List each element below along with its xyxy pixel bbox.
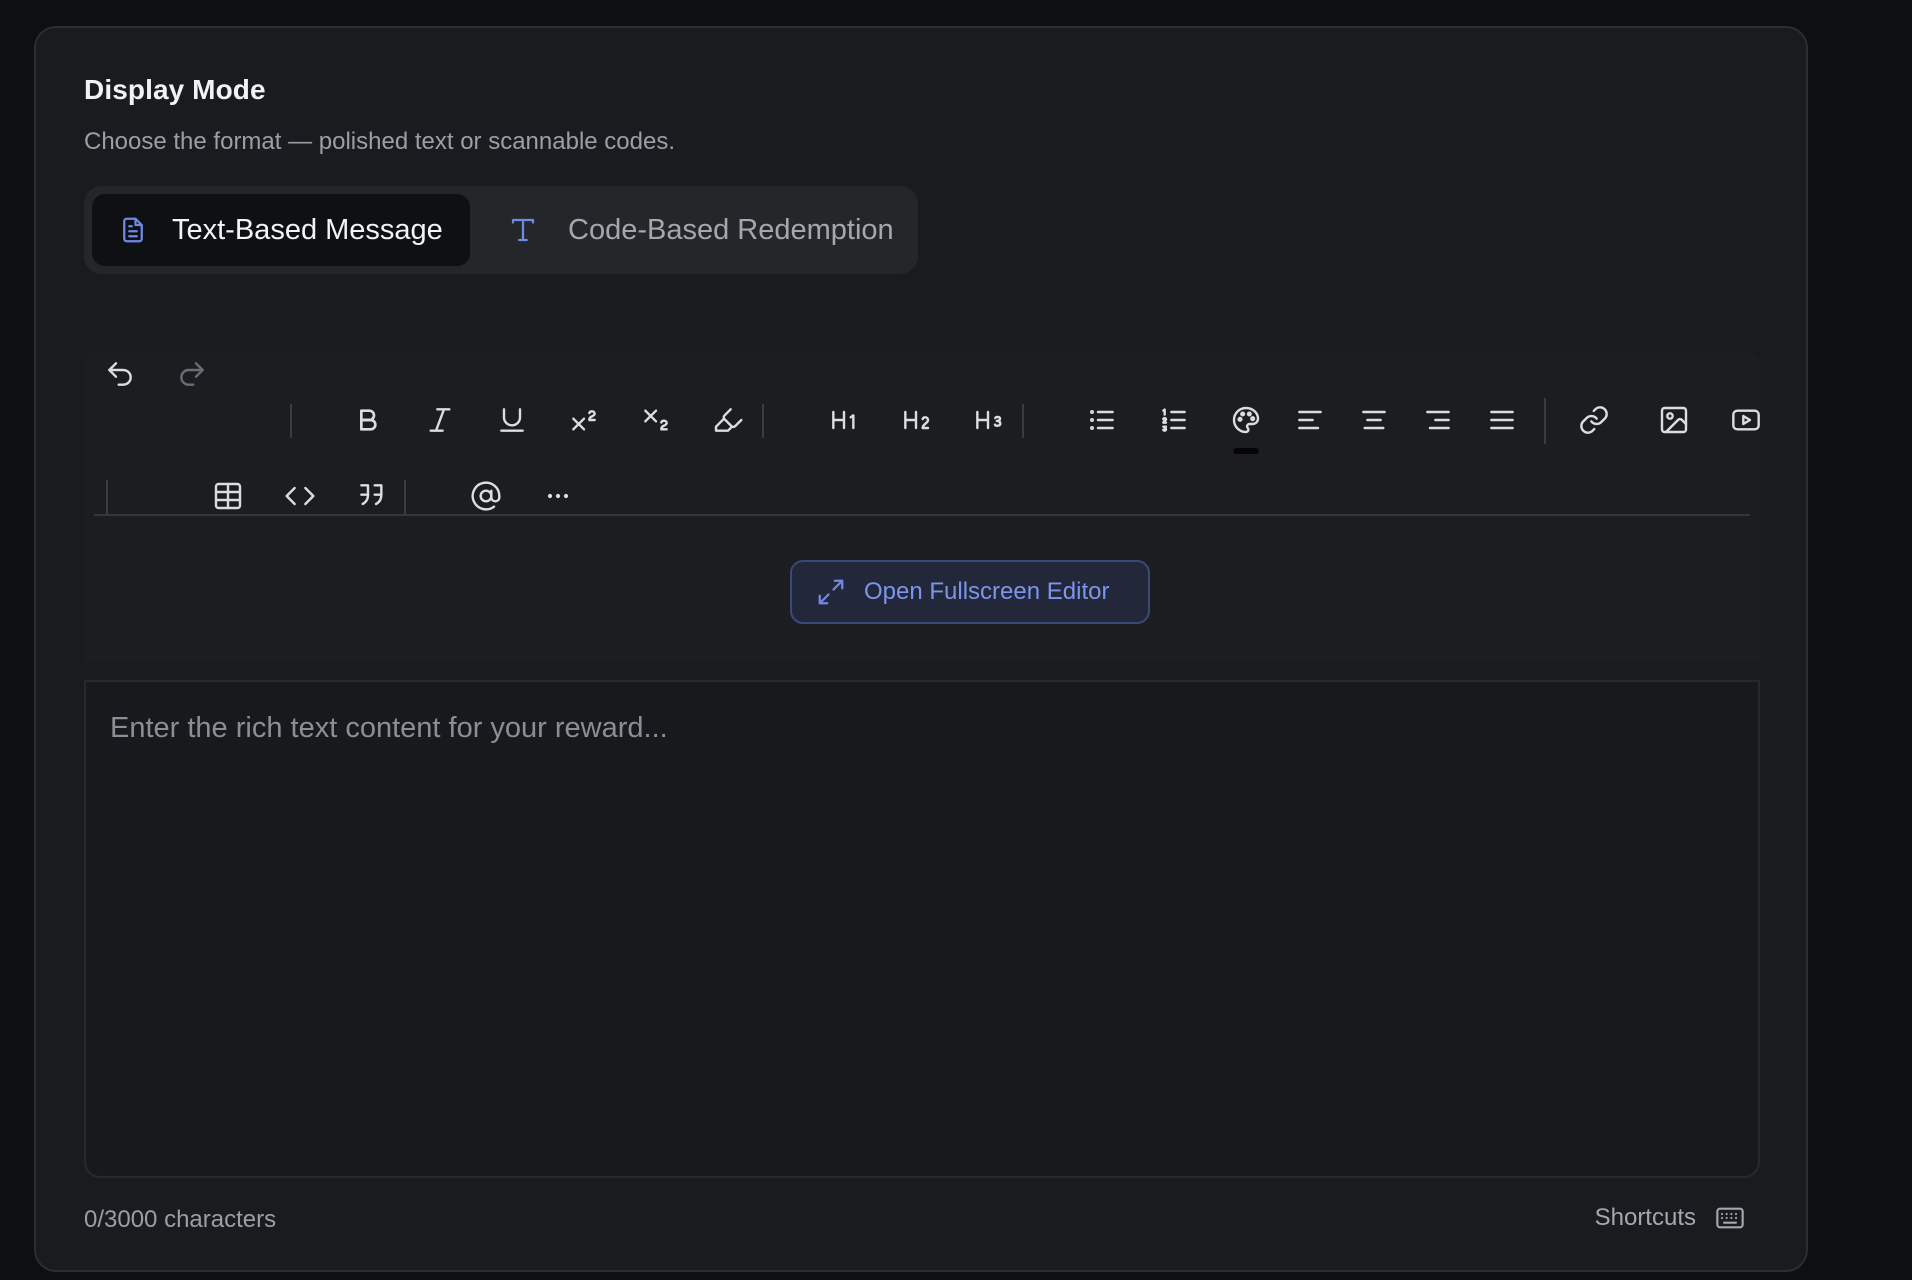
character-counter: 0/3000 characters: [84, 1206, 277, 1233]
quote-icon: [360, 484, 383, 506]
rich-text-editor: [84, 680, 1760, 1178]
code-icon: [285, 486, 315, 506]
text-type-icon: [511, 218, 535, 242]
text-color-button[interactable]: [1222, 396, 1270, 444]
ordered-list-button[interactable]: [1150, 396, 1198, 444]
code-based-redemption-option[interactable]: Code-Based Redemption: [496, 194, 906, 266]
code-based-redemption-label: Code-Based Redemption: [568, 213, 894, 246]
align-justify-button[interactable]: [1478, 396, 1526, 444]
quote-button[interactable]: [348, 472, 396, 520]
table-button[interactable]: [204, 472, 252, 520]
link-button[interactable]: [1570, 396, 1618, 444]
shortcuts-label: Shortcuts: [1594, 1204, 1696, 1231]
toolbar-separator: [1544, 398, 1546, 444]
text-based-message-label: Text-Based Message: [172, 213, 443, 246]
code-button[interactable]: [276, 472, 324, 520]
superscript-button[interactable]: [560, 396, 608, 444]
heading-2-button[interactable]: [892, 396, 940, 444]
image-icon: [1660, 406, 1688, 434]
subscript-icon: [644, 409, 668, 431]
text-color-swatch: [1233, 448, 1259, 454]
bullet-list-button[interactable]: [1078, 396, 1126, 444]
shortcuts-button[interactable]: Shortcuts: [1595, 1202, 1746, 1234]
align-left-icon: [1298, 410, 1322, 430]
redo-icon: [180, 362, 204, 386]
italic-icon: [429, 408, 451, 432]
align-left-button[interactable]: [1286, 396, 1334, 444]
expand-icon: [818, 579, 844, 605]
more-horizontal-icon: [547, 493, 569, 499]
rich-text-content-input[interactable]: [86, 682, 1758, 1176]
open-fullscreen-editor-button[interactable]: Open Fullscreen Editor: [790, 560, 1150, 624]
heading-3-icon: [976, 410, 1002, 430]
toolbar-separator: [106, 480, 108, 514]
highlighter-icon: [714, 408, 743, 432]
document-icon: [123, 217, 143, 243]
underline-icon: [500, 408, 524, 432]
heading-3-button[interactable]: [964, 396, 1012, 444]
toolbar-divider: [94, 514, 1750, 516]
align-right-button[interactable]: [1414, 396, 1462, 444]
video-icon: [1732, 409, 1760, 431]
keyboard-icon: [1716, 1207, 1744, 1229]
open-fullscreen-editor-label: Open Fullscreen Editor: [864, 578, 1110, 605]
align-right-icon: [1426, 410, 1450, 430]
undo-icon: [108, 362, 132, 386]
at-sign-icon: [471, 481, 501, 511]
superscript-icon: [572, 410, 596, 431]
undo-button[interactable]: [96, 350, 144, 398]
bullet-list-icon: [1090, 410, 1114, 430]
align-justify-icon: [1490, 410, 1514, 430]
display-mode-selector: Text-Based Message Code-Based Redemption: [84, 186, 918, 274]
toolbar-separator: [290, 404, 292, 438]
align-center-button[interactable]: [1350, 396, 1398, 444]
underline-button[interactable]: [488, 396, 536, 444]
subscript-button[interactable]: [632, 396, 680, 444]
highlight-button[interactable]: [704, 396, 752, 444]
palette-icon: [1232, 406, 1260, 434]
link-icon: [1580, 406, 1608, 434]
heading-1-icon: [832, 410, 855, 430]
redo-button[interactable]: [168, 350, 216, 398]
video-button[interactable]: [1722, 396, 1770, 444]
heading-2-icon: [904, 410, 930, 430]
bold-icon: [360, 409, 377, 431]
toolbar-separator: [762, 404, 764, 438]
toolbar-separator: [404, 480, 406, 514]
editor-toolbar: Open Fullscreen Editor: [84, 352, 1760, 662]
table-icon: [214, 482, 242, 510]
bold-button[interactable]: [344, 396, 392, 444]
italic-button[interactable]: [416, 396, 464, 444]
ordered-list-icon: [1162, 408, 1186, 432]
toolbar-separator: [1022, 404, 1024, 438]
text-based-message-option[interactable]: Text-Based Message: [92, 194, 470, 266]
heading-1-button[interactable]: [820, 396, 868, 444]
align-center-icon: [1362, 410, 1386, 430]
section-subtitle: Choose the format — polished text or sca…: [84, 128, 675, 155]
more-button[interactable]: [534, 472, 582, 520]
image-button[interactable]: [1650, 396, 1698, 444]
display-mode-card: Display Mode Choose the format — polishe…: [34, 26, 1808, 1272]
mention-button[interactable]: [462, 472, 510, 520]
section-title: Display Mode: [84, 74, 266, 105]
